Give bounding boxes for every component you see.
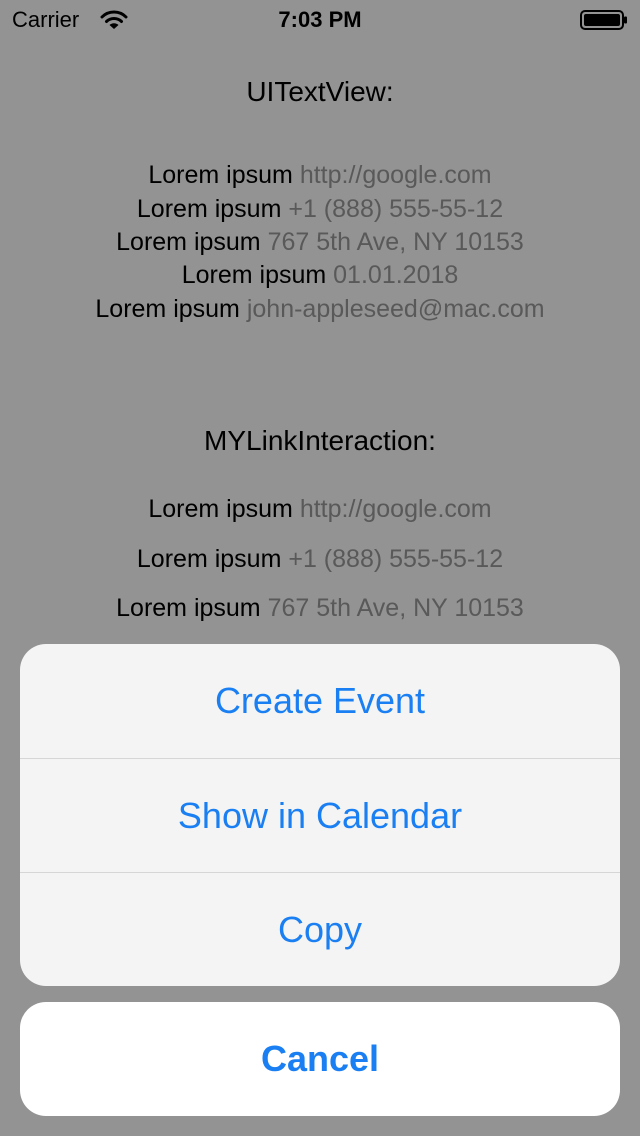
status-bar: Carrier 7:03 PM [0,0,640,40]
cancel-button[interactable]: Cancel [20,1002,620,1116]
email-link[interactable]: john-appleseed@mac.com [247,295,545,323]
interaction-row: Lorem ipsum +1 (888) 555-55-12 [0,545,640,574]
textview-row: Lorem ipsum +1 (888) 555-55-12 [0,195,640,224]
phone-link[interactable]: +1 (888) 555-55-12 [288,545,503,573]
address-link[interactable]: 767 5th Ave, NY 10153 [268,594,524,622]
textview-row: Lorem ipsum john-appleseed@mac.com [0,295,640,324]
textview-row: Lorem ipsum 01.01.2018 [0,261,640,290]
row-prefix: Lorem ipsum [136,195,282,223]
battery-icon [580,10,627,30]
interaction-row: Lorem ipsum http://google.com [0,495,640,524]
row-prefix: Lorem ipsum [116,594,261,622]
row-prefix: Lorem ipsum [136,545,282,573]
textview-row: Lorem ipsum http://google.com [0,161,640,190]
show-in-calendar-button[interactable]: Show in Calendar [20,759,620,873]
textview-heading: UITextView: [246,76,394,107]
row-prefix: Lorem ipsum [148,495,293,523]
row-prefix: Lorem ipsum [95,295,240,323]
interaction-row: Lorem ipsum 767 5th Ave, NY 10153 [0,594,640,623]
interaction-heading: MYLinkInteraction: [204,425,436,456]
url-link[interactable]: http://google.com [300,161,492,189]
url-link[interactable]: http://google.com [300,495,492,523]
row-prefix: Lorem ipsum [148,161,293,189]
date-link[interactable]: 01.01.2018 [333,261,458,289]
create-event-button[interactable]: Create Event [20,644,620,758]
status-time: 7:03 PM [278,7,362,32]
textview-row: Lorem ipsum 767 5th Ave, NY 10153 [0,228,640,257]
action-sheet: Create Event Show in Calendar Copy [20,644,620,986]
row-prefix: Lorem ipsum [181,261,327,289]
app-screen: Carrier 7:03 PM UITextView: Lorem ipsum … [0,0,640,1136]
row-prefix: Lorem ipsum [116,228,261,256]
copy-button[interactable]: Copy [20,873,620,986]
address-link[interactable]: 767 5th Ave, NY 10153 [268,228,524,256]
phone-link[interactable]: +1 (888) 555-55-12 [288,195,503,223]
